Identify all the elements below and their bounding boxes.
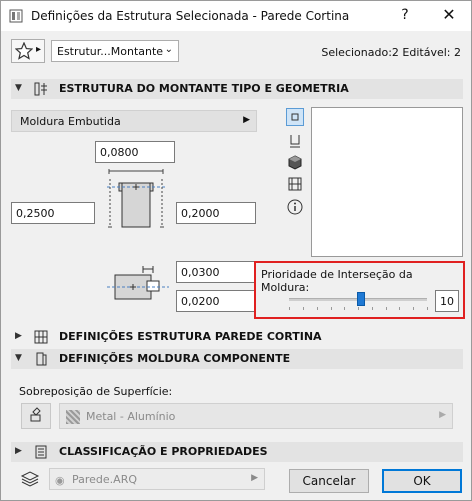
curtain-wall-icon <box>34 330 48 344</box>
priority-value-field[interactable]: 10 <box>435 290 459 312</box>
left-depth-field[interactable]: 0,2500 <box>11 202 95 224</box>
layer-value: Parede.ARQ <box>72 473 138 486</box>
favorites-button[interactable]: ▸ <box>11 39 45 63</box>
collapse-icon: ▼ <box>15 353 22 363</box>
window-title: Definições da Estrutura Selecionada - Pa… <box>31 9 350 23</box>
element-type-selector[interactable]: Estrutur...Montante ⌄ <box>51 40 179 62</box>
priority-slider-thumb[interactable] <box>357 292 365 306</box>
offset-a-field[interactable]: 0,0300 <box>176 261 256 283</box>
mullion-geometry-icon <box>34 82 47 96</box>
help-button[interactable]: ? <box>395 7 415 23</box>
mullion-section-diagram <box>107 169 165 228</box>
layers-icon <box>20 471 40 487</box>
top-width-field[interactable]: 0,0800 <box>95 141 175 163</box>
info-icon <box>287 199 303 215</box>
surface-override-label: Sobreposição de Superfície: <box>19 385 173 398</box>
collapse-icon: ▼ <box>15 83 22 93</box>
surface-material-selector[interactable]: Metal - Alumínio ▶ <box>59 403 453 429</box>
mullion-type-button[interactable]: Moldura Embutida ▶ <box>11 110 257 132</box>
section-view-icon <box>290 135 300 148</box>
slider-tick <box>358 307 359 310</box>
section-title: DEFINIÇÕES ESTRUTURA PAREDE CORTINA <box>59 330 322 343</box>
offset-b-field[interactable]: 0,0200 <box>176 290 256 312</box>
cancel-button[interactable]: Cancelar <box>289 469 369 493</box>
slider-tick <box>289 307 290 310</box>
section-title: CLASSIFICAÇÃO E PROPRIEDADES <box>59 445 268 458</box>
view-plan-button[interactable] <box>286 108 304 126</box>
plan-view-icon <box>291 113 299 121</box>
classification-icon <box>35 445 47 459</box>
section-mullion-header[interactable]: ▼ ESTRUTURA DO MONTANTE TIPO E GEOMETRIA <box>11 79 463 99</box>
slider-tick <box>372 307 373 310</box>
expand-icon: ▶ <box>15 446 22 456</box>
slider-tick <box>344 307 345 310</box>
arrow-right-icon: ▶ <box>243 115 250 125</box>
view-section-button[interactable] <box>286 132 304 150</box>
close-button[interactable]: ✕ <box>437 5 461 24</box>
frame-component-icon <box>36 352 47 366</box>
surface-override-toggle[interactable] <box>21 403 51 429</box>
chevron-down-icon: ⌄ <box>164 44 173 55</box>
section-component-header[interactable]: ▼ DEFINIÇÕES MOLDURA COMPONENTE <box>11 349 463 369</box>
arrow-right-icon: ▶ <box>251 473 258 483</box>
surface-material-value: Metal - Alumínio <box>86 410 176 423</box>
slider-tick <box>399 307 400 310</box>
section-title: DEFINIÇÕES MOLDURA COMPONENTE <box>59 352 291 365</box>
eye-icon: ◉ <box>55 474 65 487</box>
cube-icon <box>288 155 302 170</box>
slider-tick <box>427 307 428 310</box>
intersection-priority-box: Prioridade de Interseção da Moldura: 10 <box>254 261 465 319</box>
preview-panel <box>311 107 463 257</box>
settings-dialog: Definições da Estrutura Selecionada - Pa… <box>0 0 472 501</box>
offset-diagram <box>107 266 169 300</box>
paint-brush-icon <box>30 407 41 422</box>
slider-tick <box>317 307 318 310</box>
view-3d-button[interactable] <box>286 153 304 171</box>
right-depth-field[interactable]: 0,2000 <box>176 202 256 224</box>
layer-selector[interactable]: ◉ Parede.ARQ ▶ <box>49 468 265 490</box>
mullion-type-label: Moldura Embutida <box>20 115 121 128</box>
slider-tick <box>386 307 387 310</box>
app-icon <box>9 9 23 23</box>
section-curtain-wall-header[interactable]: ▶ DEFINIÇÕES ESTRUTURA PAREDE CORTINA <box>11 327 463 347</box>
view-elevation-button[interactable] <box>286 175 304 193</box>
priority-label: Prioridade de Interseção da Moldura: <box>261 268 413 294</box>
info-button[interactable] <box>286 198 304 216</box>
element-type-value: Estrutur...Montante <box>57 45 164 58</box>
arrow-right-icon: ▶ <box>439 410 446 420</box>
selection-info: Selecionado:2 Editável: 2 <box>321 46 461 59</box>
slider-tick <box>331 307 332 310</box>
slider-tick <box>413 307 414 310</box>
star-icon <box>15 42 33 60</box>
section-title: ESTRUTURA DO MONTANTE TIPO E GEOMETRIA <box>59 82 349 95</box>
section-classification-header[interactable]: ▶ CLASSIFICAÇÃO E PROPRIEDADES <box>11 442 463 462</box>
ok-button[interactable]: OK <box>382 469 462 493</box>
favorites-arrow-icon: ▸ <box>36 44 42 55</box>
slider-tick <box>303 307 304 310</box>
title-bar: Definições da Estrutura Selecionada - Pa… <box>1 1 471 31</box>
film-strip-icon <box>288 177 302 191</box>
material-swatch-icon <box>66 410 80 424</box>
expand-icon: ▶ <box>15 331 22 341</box>
